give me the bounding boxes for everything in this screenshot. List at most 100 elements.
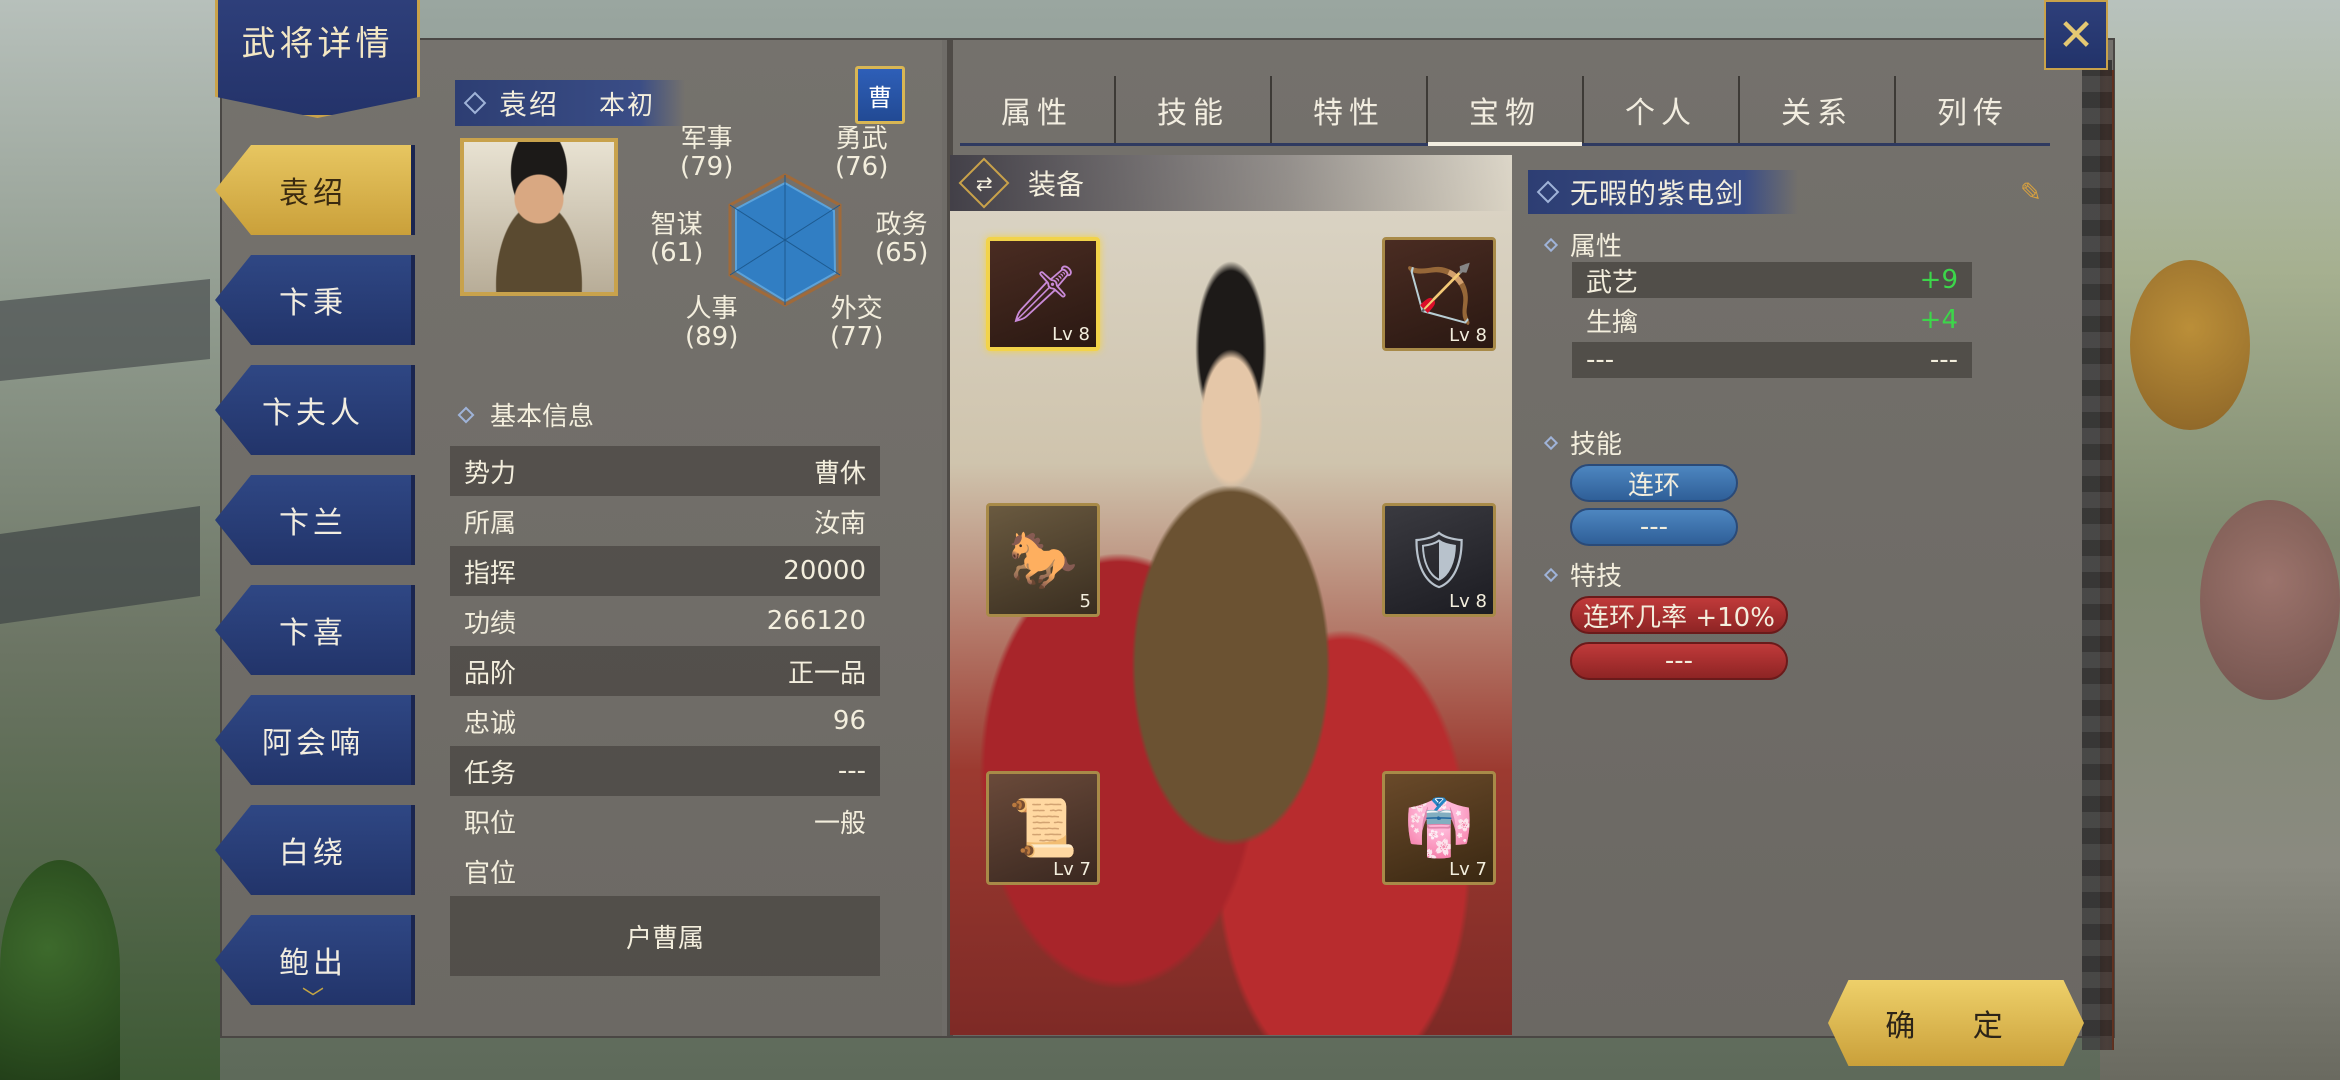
stat-personnel: 人事 (89) — [685, 295, 738, 351]
faction-flag-icon: 曹 — [855, 66, 905, 124]
stat-label: 军事 — [680, 124, 733, 154]
info-value: --- — [837, 756, 866, 786]
tab-biography[interactable]: 列传 — [1896, 76, 2050, 143]
equip-slot-horse[interactable]: 🐎 5 — [986, 503, 1100, 617]
stat-valor: 勇武 (76) — [835, 125, 888, 181]
equip-slot-bow[interactable]: 🏹 Lv 8 — [1382, 237, 1496, 351]
equip-slot-robe[interactable]: 👘 Lv 7 — [1382, 771, 1496, 885]
equip-level: Lv 7 — [1449, 859, 1487, 880]
stat-label: 人事 — [685, 294, 738, 324]
general-list-item[interactable]: 白绕 — [215, 805, 415, 895]
stat-value: (61) — [650, 238, 704, 268]
equip-level: Lv 8 — [1449, 325, 1487, 346]
general-name: 袁绍 — [499, 88, 560, 121]
diamond-icon — [1536, 180, 1560, 204]
general-list-item[interactable]: 卞喜 — [215, 585, 415, 675]
info-label: 势力 — [464, 458, 517, 489]
pen-icon[interactable]: ✎ — [2020, 178, 2042, 208]
diamond-icon — [457, 406, 475, 423]
info-label: 职位 — [464, 808, 517, 839]
attr-label: --- — [1586, 345, 1615, 375]
equipment-heading: 装备 — [1028, 168, 1085, 201]
official-title-box: 户曹属 — [450, 896, 880, 976]
skill-pill[interactable]: 连环 — [1570, 464, 1738, 502]
tab-treasure[interactable]: 宝物 — [1428, 76, 1584, 146]
attr-label: 生擒 — [1586, 307, 1639, 338]
stat-label: 外交 — [830, 294, 883, 324]
equip-level: Lv 8 — [1449, 591, 1487, 612]
basic-info-list: 势力 曹休 所属 汝南 指挥 20000 功绩 266120 品阶 正一品 忠诚 96 任务… — [450, 446, 880, 896]
info-value: 266120 — [766, 606, 866, 636]
equip-level: Lv 8 — [1052, 324, 1090, 345]
tab-personal[interactable]: 个人 — [1584, 76, 1740, 143]
info-label: 任务 — [464, 758, 517, 789]
treasure-trait-heading: 特技 — [1543, 556, 1622, 593]
equip-slot-weapon[interactable]: 🗡 Lv 8 — [986, 237, 1100, 351]
swap-icon[interactable]: ⇄ — [958, 157, 1010, 209]
general-portrait — [460, 138, 618, 296]
tab-traits[interactable]: 特性 — [1272, 76, 1428, 143]
treasure-attr-heading: 属性 — [1543, 226, 1623, 263]
info-label: 品阶 — [464, 658, 517, 689]
stat-label: 智谋 — [650, 210, 703, 240]
tab-relations[interactable]: 关系 — [1740, 76, 1896, 143]
stat-value: (79) — [680, 152, 734, 182]
treasure-attr-row: 生擒 +4 — [1572, 302, 1972, 338]
info-value: 曹休 — [813, 458, 866, 489]
stat-value: (89) — [685, 322, 739, 352]
close-icon: ✕ — [2057, 9, 2095, 61]
basic-info-heading-text: 基本信息 — [490, 402, 595, 432]
treasure-skill-heading: 技能 — [1543, 424, 1622, 461]
equip-level: Lv 7 — [1053, 859, 1091, 880]
general-list-item-last[interactable]: 鲍出 ﹀ — [215, 915, 415, 1005]
title-banner: 武将详情 — [215, 0, 420, 118]
background-tree — [0, 860, 120, 1080]
general-list-item[interactable]: 卞夫人 — [215, 365, 415, 455]
info-row: 指挥 20000 — [450, 546, 880, 596]
close-button[interactable]: ✕ — [2044, 0, 2108, 70]
stat-value: (77) — [830, 322, 884, 352]
info-row: 职位 一般 — [450, 796, 880, 846]
stat-military: 军事 (79) — [680, 125, 733, 181]
general-list-item[interactable]: 卞兰 — [215, 475, 415, 565]
treasure-name: 无暇的紫电剑 — [1570, 177, 1745, 210]
info-label: 所属 — [464, 508, 517, 539]
trait-pill[interactable]: --- — [1570, 642, 1788, 680]
info-label: 功绩 — [464, 608, 517, 639]
stat-label: 勇武 — [835, 124, 888, 154]
background-tree — [2200, 500, 2340, 700]
trait-pill[interactable]: 连环几率 +10% — [1570, 596, 1788, 634]
chevron-down-icon[interactable]: ﹀ — [299, 981, 331, 1005]
general-list-item[interactable]: 卞秉 — [215, 255, 415, 345]
info-value: 20000 — [783, 556, 866, 586]
stats-radar: 军事 (79) 勇武 (76) 智谋 (61) 政务 (65) 人事 (89) … — [630, 125, 940, 365]
info-label: 指挥 — [464, 558, 517, 589]
info-label: 官位 — [464, 858, 517, 889]
general-courtesy-name: 本初 — [599, 90, 656, 121]
general-list-item-label: 鲍出 — [279, 946, 347, 981]
skill-pill[interactable]: --- — [1570, 508, 1738, 546]
general-list-item[interactable]: 阿会喃 — [215, 695, 415, 785]
tab-skills[interactable]: 技能 — [1116, 76, 1272, 143]
diamond-icon — [1543, 567, 1559, 582]
info-row: 势力 曹休 — [450, 446, 880, 496]
general-name-bar: 袁绍 本初 — [455, 80, 685, 126]
scroll-edge-decoration — [2082, 60, 2112, 1050]
confirm-button[interactable]: 确 定 — [1828, 980, 2084, 1066]
treasure-attr-heading-text: 属性 — [1570, 232, 1623, 262]
info-value: 一般 — [813, 808, 866, 839]
tab-attributes[interactable]: 属性 — [960, 76, 1116, 143]
stat-label: 政务 — [875, 210, 928, 240]
info-value: 汝南 — [813, 508, 866, 539]
equip-slot-book[interactable]: 📜 Lv 7 — [986, 771, 1100, 885]
detail-tabs: 属性 技能 特性 宝物 个人 关系 列传 — [960, 76, 2050, 146]
diamond-icon — [1543, 435, 1559, 450]
equip-slot-armor[interactable]: 🛡 Lv 8 — [1382, 503, 1496, 617]
background-tree — [2130, 260, 2250, 430]
general-list-item[interactable]: 袁绍 — [215, 145, 415, 235]
diamond-icon — [463, 91, 487, 115]
attr-value: --- — [1929, 345, 1958, 375]
info-value: 正一品 — [787, 658, 866, 689]
info-row: 所属 汝南 — [450, 496, 880, 546]
equipment-header: ⇄ 装备 — [950, 155, 1512, 211]
